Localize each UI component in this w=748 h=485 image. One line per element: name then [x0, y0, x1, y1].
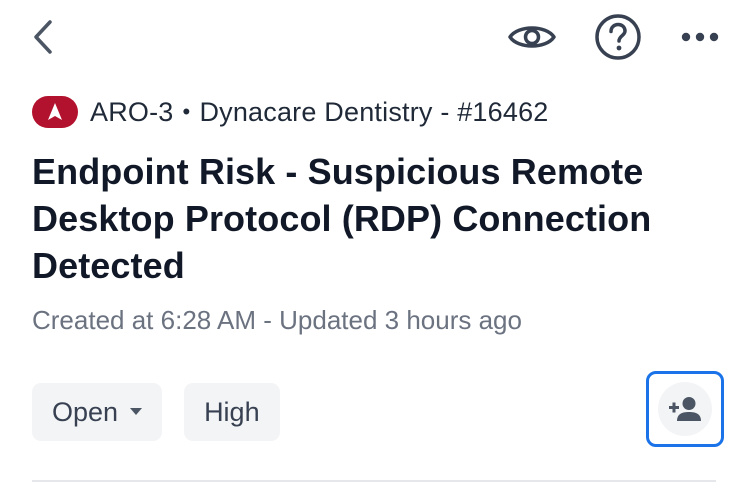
incident-chips: Open High [32, 383, 280, 441]
status-label: Open [52, 396, 119, 427]
incident-id: ARO-3 [90, 96, 174, 127]
eye-icon [508, 26, 556, 48]
incident-detail-panel: ARO-3 • Dynacare Dentistry - #16462 Endp… [0, 0, 748, 485]
organization-label: Dynacare Dentistry - #16462 [199, 96, 549, 127]
header-actions [508, 14, 720, 60]
watch-button[interactable] [508, 21, 556, 53]
back-button[interactable] [28, 14, 58, 60]
status-dropdown[interactable]: Open [32, 383, 163, 441]
priority-chip[interactable]: High [184, 383, 280, 441]
incident-timestamps: Created at 6:28 AM - Updated 3 hours ago [32, 305, 522, 335]
caret-down-icon [130, 408, 143, 415]
severity-badge [32, 96, 78, 128]
incident-title: Endpoint Risk - Suspicious Remote Deskto… [32, 151, 652, 286]
assign-user-button[interactable] [646, 371, 724, 447]
priority-label: High [204, 396, 260, 427]
alert-badge-icon [48, 103, 62, 120]
assign-user-circle [658, 382, 712, 436]
more-button[interactable] [680, 31, 720, 43]
help-button[interactable] [594, 13, 642, 61]
help-circle-icon [595, 14, 641, 60]
chevron-left-icon [34, 20, 52, 54]
meta-separator: • [182, 99, 191, 124]
incident-meta: ARO-3 • Dynacare Dentistry - #16462 [32, 96, 549, 128]
more-horizontal-icon [681, 32, 719, 42]
section-divider [32, 480, 716, 482]
add-person-icon [669, 397, 701, 421]
